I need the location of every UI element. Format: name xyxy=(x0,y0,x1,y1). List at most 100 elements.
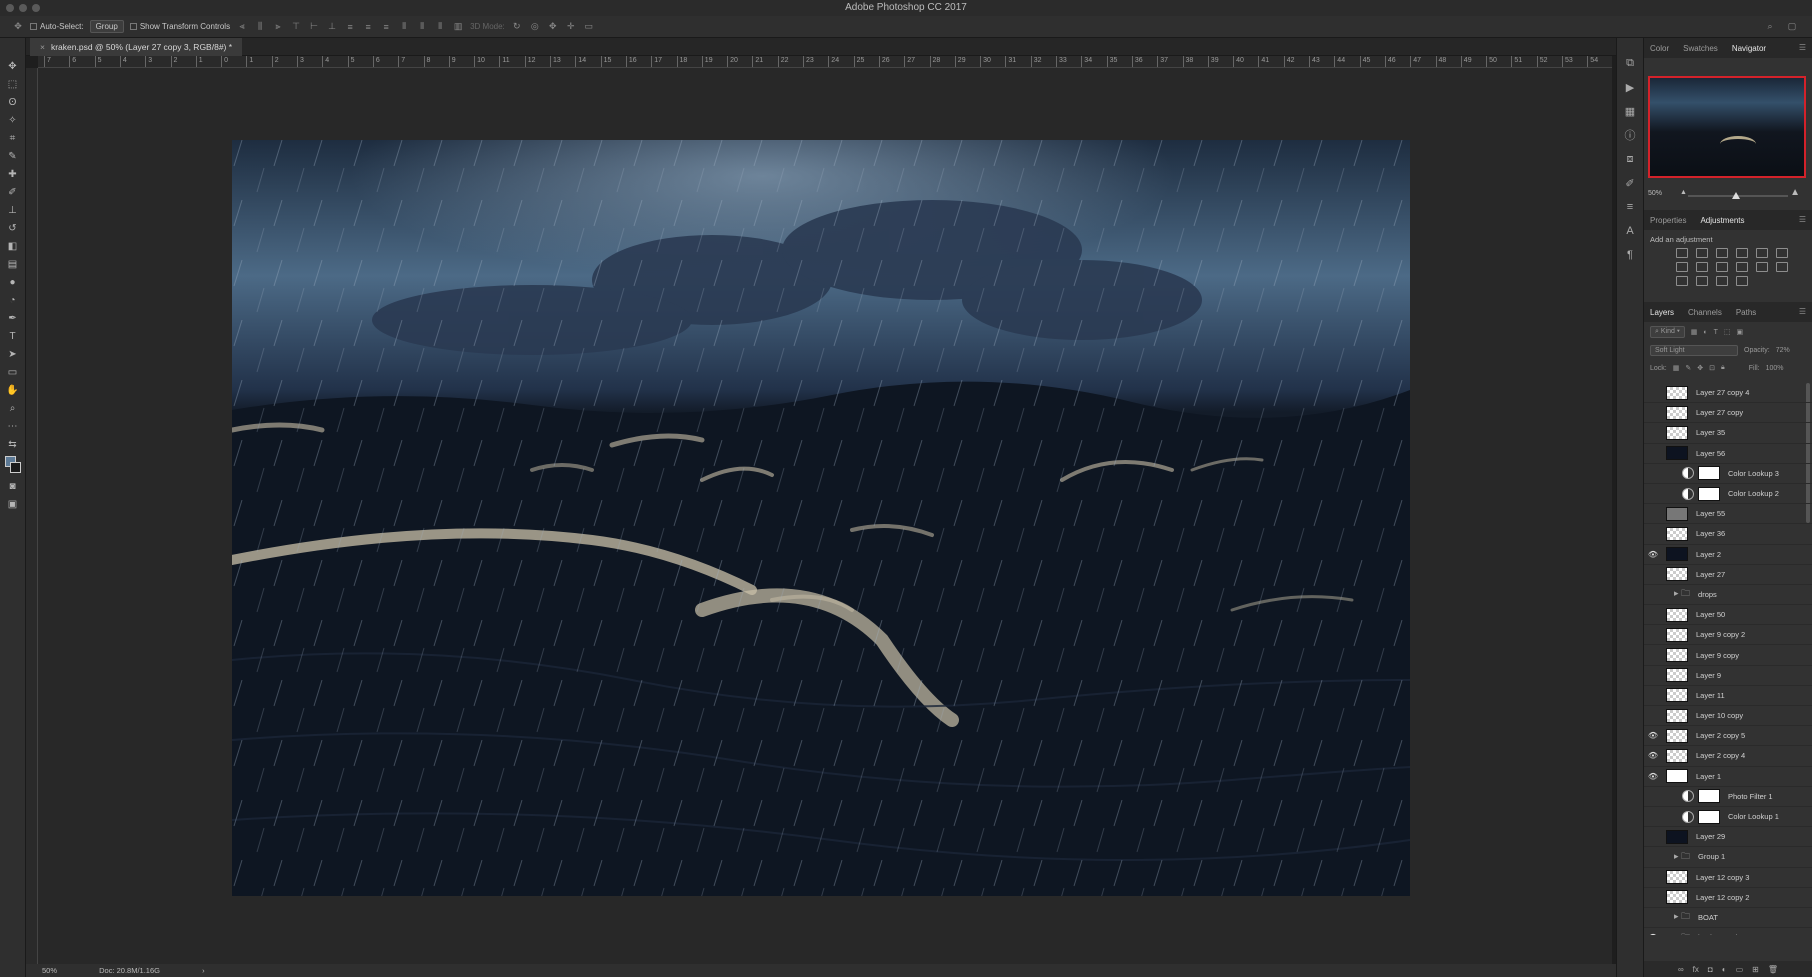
actions-play-icon[interactable]: ▶ xyxy=(1622,80,1638,94)
lasso-tool-icon[interactable]: ʘ xyxy=(5,96,21,108)
layer-row[interactable]: Layer 35 xyxy=(1644,423,1812,444)
layer-row[interactable]: Layer 27 copy xyxy=(1644,403,1812,424)
hand-tool-icon[interactable]: ✋ xyxy=(5,384,21,396)
align-top-icon[interactable]: ⊤ xyxy=(290,21,302,32)
move-tool-icon[interactable]: ✥ xyxy=(5,60,21,72)
paragraph-icon[interactable]: ¶ xyxy=(1622,248,1638,262)
posterize-icon[interactable] xyxy=(1676,276,1688,286)
window-controls[interactable] xyxy=(6,4,40,12)
layer-row[interactable]: Color Lookup 2 xyxy=(1644,484,1812,505)
status-expand-icon[interactable]: › xyxy=(202,966,205,975)
move-tool-icon[interactable]: ✥ xyxy=(12,21,24,32)
navigator-zoom-slider[interactable] xyxy=(1688,192,1788,199)
black-white-icon[interactable] xyxy=(1696,262,1708,272)
threshold-icon[interactable] xyxy=(1696,276,1708,286)
close-icon[interactable]: × xyxy=(40,42,45,52)
align-center-icon[interactable]: ⫼ xyxy=(254,21,266,32)
exposure-icon[interactable] xyxy=(1736,248,1748,258)
panel-menu-icon[interactable]: ☰ xyxy=(1799,215,1806,224)
levels-icon[interactable] xyxy=(1696,248,1708,258)
clone-source-icon[interactable]: ⧈ xyxy=(1622,152,1638,166)
layer-row[interactable]: Layer 55 xyxy=(1644,504,1812,525)
transform-controls-checkbox[interactable]: Show Transform Controls xyxy=(129,22,230,31)
pen-tool-icon[interactable]: ✒ xyxy=(5,312,21,324)
fill-value[interactable]: 100% xyxy=(1766,365,1784,372)
color-balance-icon[interactable] xyxy=(1676,262,1688,272)
vibrance-icon[interactable] xyxy=(1756,248,1768,258)
eraser-tool-icon[interactable]: ◧ xyxy=(5,240,21,252)
layer-row[interactable]: 👁︎ Layer 2 copy 4 xyxy=(1644,746,1812,767)
layer-row[interactable]: 👁︎ Layer 1 xyxy=(1644,767,1812,787)
layer-row[interactable]: Layer 50 xyxy=(1644,605,1812,626)
auto-select-dropdown[interactable]: Group xyxy=(89,20,124,33)
layer-row[interactable]: Layer 12 copy 3 xyxy=(1644,868,1812,888)
layer-row[interactable]: Layer 36 xyxy=(1644,524,1812,545)
hue-saturation-icon[interactable] xyxy=(1776,248,1788,258)
history-brush-tool-icon[interactable]: ↺ xyxy=(5,222,21,234)
new-layer-icon[interactable]: ⊞ xyxy=(1752,965,1759,974)
workspace-icon[interactable]: ▢ xyxy=(1786,21,1798,32)
tab-paths[interactable]: Paths xyxy=(1736,308,1756,317)
auto-align-icon[interactable]: ▥ xyxy=(452,21,464,32)
zoom-level[interactable]: 50% xyxy=(42,966,57,975)
screen-mode-icon[interactable]: ▣ xyxy=(5,498,21,510)
brightness-icon[interactable] xyxy=(1676,248,1688,258)
character-icon[interactable]: A xyxy=(1622,224,1638,238)
tab-layers[interactable]: Layers xyxy=(1650,308,1674,317)
layer-row[interactable]: ▸ 🗀︎ BOAT xyxy=(1644,908,1812,929)
lock-brush-icon[interactable]: ✎ xyxy=(1685,364,1691,372)
delete-layer-icon[interactable]: 🗑︎ xyxy=(1768,965,1778,974)
distribute-left-icon[interactable]: ⦀ xyxy=(398,21,410,32)
brush-tool-icon[interactable]: ✐ xyxy=(5,186,21,198)
info-icon[interactable]: ⓘ xyxy=(1622,128,1638,142)
path-selection-tool-icon[interactable]: ➤ xyxy=(5,348,21,360)
zoom-tool-icon[interactable]: ⌕ xyxy=(5,402,21,414)
lock-pixels-icon[interactable]: ▦ xyxy=(1673,364,1680,372)
healing-brush-tool-icon[interactable]: ✚ xyxy=(5,168,21,180)
document-tab[interactable]: × kraken.psd @ 50% (Layer 27 copy 3, RGB/… xyxy=(30,38,243,56)
history-icon[interactable]: ⧉ xyxy=(1622,56,1638,70)
panel-menu-icon[interactable]: ☰ xyxy=(1799,43,1806,52)
link-layers-icon[interactable]: ∞ xyxy=(1678,965,1684,974)
rectangle-tool-icon[interactable]: ▭ xyxy=(5,366,21,378)
clone-stamp-tool-icon[interactable]: ⊥ xyxy=(5,204,21,216)
panel-menu-icon[interactable]: ☰ xyxy=(1799,307,1806,316)
layer-row[interactable]: ▸ 🗀︎ Group 1 xyxy=(1644,847,1812,868)
more-tools-icon[interactable]: ⋯ xyxy=(5,420,21,432)
layer-row[interactable]: Layer 12 copy 2 xyxy=(1644,888,1812,908)
layer-row[interactable]: Layer 11 xyxy=(1644,686,1812,706)
lock-artboard-icon[interactable]: ⊡ xyxy=(1709,364,1715,372)
opacity-value[interactable]: 72% xyxy=(1776,347,1790,354)
gradient-map-icon[interactable] xyxy=(1736,276,1748,286)
channel-mixer-icon[interactable] xyxy=(1736,262,1748,272)
visibility-eye-icon[interactable]: 👁︎ xyxy=(1646,933,1660,935)
filter-smart-icon[interactable]: ▣ xyxy=(1737,328,1744,336)
selective-color-icon[interactable] xyxy=(1716,276,1728,286)
color-swatches-icon[interactable] xyxy=(4,456,21,474)
layer-style-icon[interactable]: fx xyxy=(1693,965,1699,974)
auto-select-checkbox[interactable]: Auto-Select: xyxy=(30,22,84,31)
quick-mask-icon[interactable]: ◙ xyxy=(5,480,21,492)
add-mask-icon[interactable]: ◘ xyxy=(1708,965,1713,974)
camera-3d-icon[interactable]: ▭ xyxy=(583,21,595,32)
marquee-tool-icon[interactable]: ⬚ xyxy=(5,78,21,90)
gradient-tool-icon[interactable]: ▤ xyxy=(5,258,21,270)
dodge-tool-icon[interactable]: ◔ xyxy=(5,294,21,306)
zoom-in-icon[interactable]: ▲ xyxy=(1790,187,1800,198)
visibility-eye-icon[interactable]: 👁︎ xyxy=(1646,731,1660,740)
close-icon[interactable] xyxy=(6,4,14,12)
layer-row[interactable]: Layer 27 xyxy=(1644,565,1812,585)
layer-row[interactable]: Layer 9 xyxy=(1644,666,1812,686)
visibility-eye-icon[interactable]: 👁︎ xyxy=(1646,550,1660,559)
distribute-middle-icon[interactable]: ≡ xyxy=(362,22,374,32)
measurement-icon[interactable]: ▦ xyxy=(1622,104,1638,118)
blur-tool-icon[interactable]: ● xyxy=(5,276,21,288)
curves-icon[interactable] xyxy=(1716,248,1728,258)
layer-row[interactable]: Photo Filter 1 xyxy=(1644,787,1812,807)
swap-colors-icon[interactable]: ⇆ xyxy=(5,438,21,450)
align-bottom-icon[interactable]: ⊥ xyxy=(326,21,338,32)
crop-tool-icon[interactable]: ⌗ xyxy=(5,132,21,144)
photo-filter-icon[interactable] xyxy=(1716,262,1728,272)
blend-mode-dropdown[interactable]: Soft Light xyxy=(1650,344,1738,356)
layer-row[interactable]: Layer 56 xyxy=(1644,444,1812,464)
